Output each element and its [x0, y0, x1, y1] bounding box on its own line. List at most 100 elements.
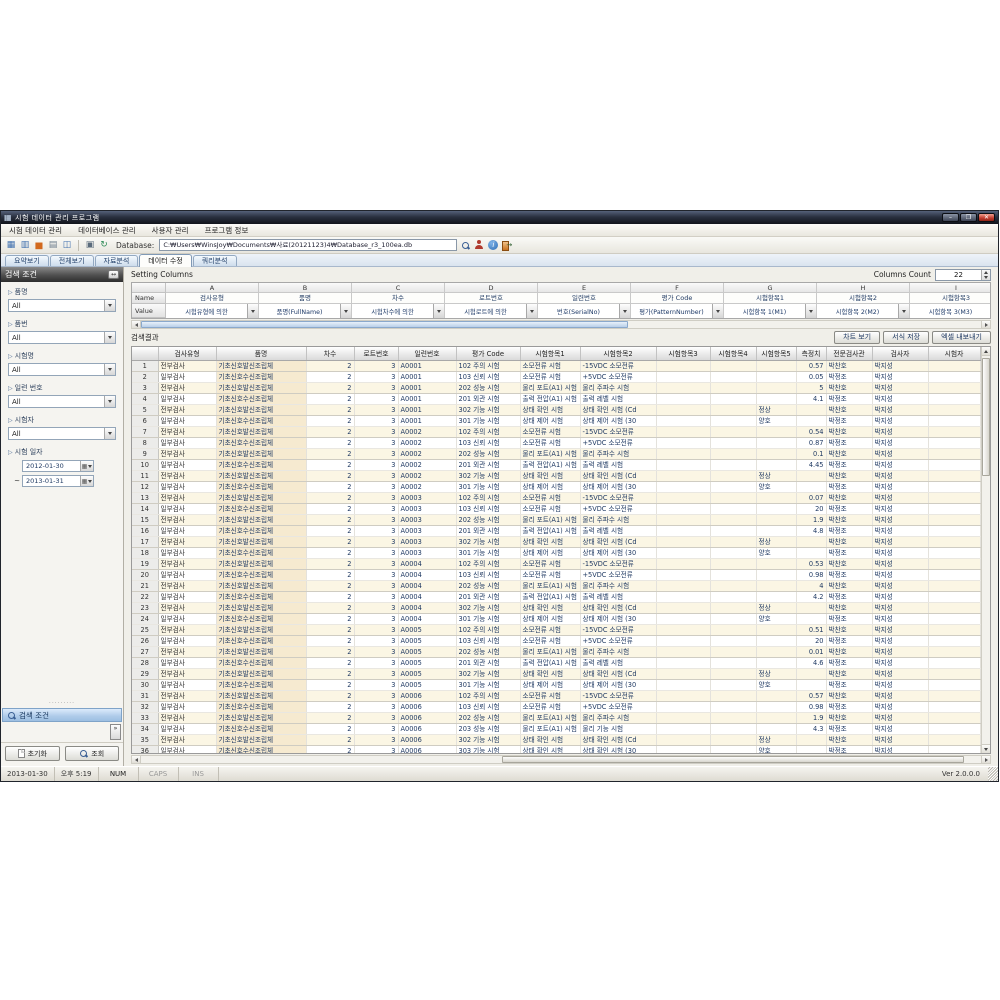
row-number[interactable]: 11 [132, 470, 158, 481]
row-number[interactable]: 2 [132, 371, 158, 382]
table-row[interactable]: 24 일부검사 기초신호수신조립체 2 3 A0004 301 기능 시험 상태… [132, 613, 980, 624]
chevron-down-icon[interactable] [104, 300, 115, 311]
table-row[interactable]: 25 전부검사 기초신호발신조립체 2 3 A0005 102 주의 시험 소모… [132, 624, 980, 635]
table-row[interactable]: 20 일부검사 기초신호수신조립체 2 3 A0004 103 신뢰 시험 소모… [132, 569, 980, 580]
row-number[interactable]: 18 [132, 547, 158, 558]
columns-count-spinner[interactable]: 22 [935, 269, 991, 281]
table-row[interactable]: 9 전부검사 기초신호발신조립체 2 3 A0002 202 성능 시험 물리 … [132, 448, 980, 459]
refresh-icon[interactable]: ↻ [98, 239, 110, 251]
scroll-right-icon[interactable] [981, 321, 990, 328]
chevron-down-icon[interactable] [104, 364, 115, 375]
column-header[interactable]: 평가 Code [456, 347, 520, 360]
row-number[interactable]: 16 [132, 525, 158, 536]
column-header[interactable]: 전문검사관 [826, 347, 872, 360]
table-row[interactable]: 22 일부검사 기초신호수신조립체 2 3 A0004 201 외관 시험 출력… [132, 591, 980, 602]
maximize-button[interactable]: ❐ [960, 213, 977, 222]
exit-icon[interactable] [501, 239, 513, 251]
column-name-cell[interactable]: 시험항목1 [724, 293, 817, 304]
scroll-right-icon[interactable] [981, 756, 990, 763]
row-number[interactable]: 26 [132, 635, 158, 646]
column-header[interactable]: 로트번호 [354, 347, 398, 360]
column-header[interactable]: 시험항목5 [756, 347, 796, 360]
row-number[interactable]: 28 [132, 657, 158, 668]
scrollbar-thumb[interactable] [502, 756, 964, 763]
column-name-cell[interactable]: 차수 [352, 293, 445, 304]
table-row[interactable]: 36 일부검사 기초신호수신조립체 2 3 A0006 303 기능 시험 상태… [132, 745, 980, 753]
search-icon[interactable] [459, 239, 471, 251]
column-header[interactable]: 측정치 [796, 347, 826, 360]
row-number[interactable]: 9 [132, 448, 158, 459]
table-row[interactable]: 17 전부검사 기초신호발신조립체 2 3 A0003 302 기능 시험 상태… [132, 536, 980, 547]
menu-item[interactable]: 데이터베이스 관리 [70, 224, 144, 236]
row-number[interactable]: 22 [132, 591, 158, 602]
reset-button[interactable]: 초기화 [5, 746, 60, 761]
table-row[interactable]: 35 전부검사 기초신호발신조립체 2 3 A0006 302 기능 시험 상태… [132, 734, 980, 745]
table-row[interactable]: 21 전부검사 기초신호발신조립체 2 3 A0004 202 성능 시험 물리… [132, 580, 980, 591]
column-value-dropdown[interactable]: 시험로트에 의한 [445, 304, 538, 318]
row-number[interactable]: 6 [132, 415, 158, 426]
row-number[interactable]: 23 [132, 602, 158, 613]
accordion-search-condition[interactable]: 검색 조건 [2, 708, 122, 722]
row-number[interactable]: 12 [132, 481, 158, 492]
chevron-down-icon[interactable] [104, 332, 115, 343]
row-number[interactable]: 25 [132, 624, 158, 635]
chevron-down-icon[interactable] [526, 304, 537, 318]
chevron-down-icon[interactable] [805, 304, 816, 318]
row-number[interactable]: 19 [132, 558, 158, 569]
scroll-left-icon[interactable] [132, 756, 141, 763]
row-number[interactable]: 30 [132, 679, 158, 690]
menu-item[interactable]: 사용자 관리 [144, 224, 197, 236]
chevron-down-icon[interactable] [712, 304, 723, 318]
table-row[interactable]: 6 일부검사 기초신호수신조립체 2 3 A0001 301 기능 시험 상태 … [132, 415, 980, 426]
column-name-cell[interactable]: 시험항목3 [910, 293, 990, 304]
table-row[interactable]: 8 일부검사 기초신호수신조립체 2 3 A0002 103 신뢰 시험 소모전… [132, 437, 980, 448]
row-number[interactable]: 10 [132, 459, 158, 470]
tab[interactable]: 쿼리분석 [193, 255, 237, 266]
query-button[interactable]: 조회 [65, 746, 120, 761]
chevron-down-icon[interactable] [898, 304, 909, 318]
row-number[interactable]: 20 [132, 569, 158, 580]
row-number[interactable]: 1 [132, 360, 158, 371]
data-table-icon[interactable]: ▦ [5, 239, 17, 251]
column-header[interactable]: 시험항목3 [656, 347, 710, 360]
chevron-down-icon[interactable] [619, 304, 630, 318]
chevron-down-icon[interactable] [247, 304, 258, 318]
table-row[interactable]: 14 일부검사 기초신호수신조립체 2 3 A0003 103 신뢰 시험 소모… [132, 503, 980, 514]
filter-dropdown[interactable]: All [8, 395, 116, 408]
chevron-down-icon[interactable] [104, 396, 115, 407]
column-header[interactable]: 시험항목1 [520, 347, 580, 360]
column-value-dropdown[interactable]: 시험차수에 의한 [352, 304, 445, 318]
sidebar-collapse-icon[interactable]: ↔ [108, 270, 119, 279]
row-number[interactable]: 15 [132, 514, 158, 525]
calendar-icon[interactable]: ▦ [80, 461, 93, 471]
table-row[interactable]: 26 일부검사 기초신호수신조립체 2 3 A0005 103 신뢰 시험 소모… [132, 635, 980, 646]
splitter-handle[interactable]: ········· [1, 700, 123, 708]
table-row[interactable]: 27 전부검사 기초신호발신조립체 2 3 A0005 202 성능 시험 물리… [132, 646, 980, 657]
row-number[interactable]: 3 [132, 382, 158, 393]
row-number[interactable]: 33 [132, 712, 158, 723]
resize-grip[interactable] [988, 767, 998, 781]
row-number[interactable]: 8 [132, 437, 158, 448]
table-row[interactable]: 5 전부검사 기초신호발신조립체 2 3 A0001 302 기능 시험 상태 … [132, 404, 980, 415]
user-icon[interactable] [473, 239, 485, 251]
filter-dropdown[interactable]: All [8, 363, 116, 376]
table-row[interactable]: 10 일부검사 기초신호수신조립체 2 3 A0002 201 외관 시험 출력… [132, 459, 980, 470]
row-number[interactable]: 27 [132, 646, 158, 657]
close-button[interactable]: ✕ [978, 213, 995, 222]
table-row[interactable]: 34 일부검사 기초신호수신조립체 2 3 A0006 203 성능 시험 물리… [132, 723, 980, 734]
table-row[interactable]: 1 전부검사 기초신호발신조립체 2 3 A0001 102 주의 시험 소모전… [132, 360, 980, 371]
column-value-dropdown[interactable]: 품명(FullName) [259, 304, 352, 318]
chevron-down-icon[interactable] [104, 428, 115, 439]
minimize-button[interactable]: – [942, 213, 959, 222]
save-icon[interactable]: ▣ [84, 239, 96, 251]
row-number[interactable]: 4 [132, 393, 158, 404]
table-row[interactable]: 30 일부검사 기초신호수신조립체 2 3 A0005 301 기능 시험 상태… [132, 679, 980, 690]
column-value-dropdown[interactable]: 시험유형에 의한 [166, 304, 259, 318]
tab[interactable]: 자료분석 [95, 255, 139, 266]
calendar-icon[interactable]: ▦ [80, 476, 93, 486]
table-row[interactable]: 18 일부검사 기초신호수신조립체 2 3 A0003 301 기능 시험 상태… [132, 547, 980, 558]
table-row[interactable]: 13 전부검사 기초신호발신조립체 2 3 A0003 102 주의 시험 소모… [132, 492, 980, 503]
column-header[interactable]: 일련번호 [398, 347, 456, 360]
row-number[interactable]: 24 [132, 613, 158, 624]
panel-expander-button[interactable]: » [110, 724, 121, 740]
